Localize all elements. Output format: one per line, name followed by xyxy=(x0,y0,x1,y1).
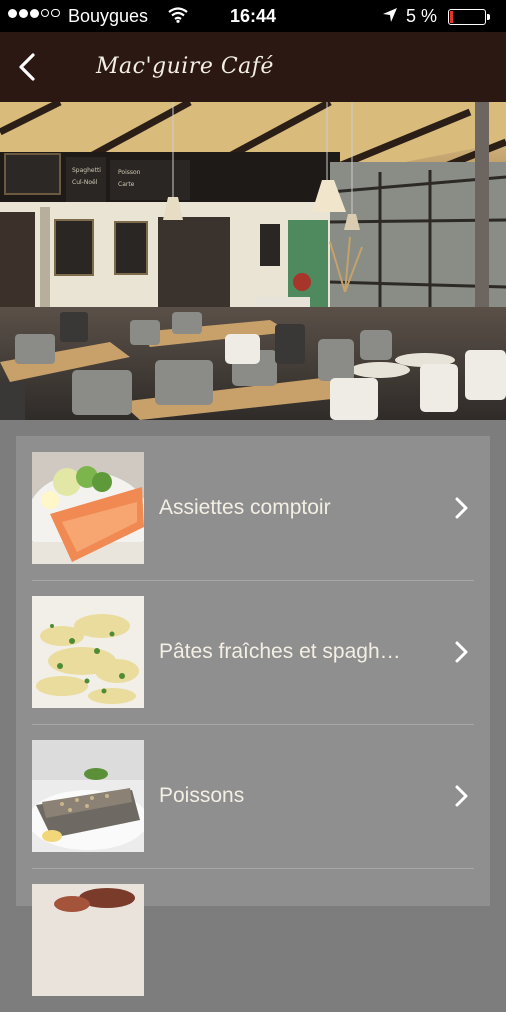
battery-icon xyxy=(448,9,490,25)
menu-item-label: Assiettes comptoir xyxy=(159,496,331,519)
battery-percent: 5 % xyxy=(406,6,438,26)
location-arrow-icon xyxy=(383,8,397,22)
svg-text:Carte: Carte xyxy=(118,181,135,188)
carrier-name: Bouygues xyxy=(68,6,149,26)
chevron-right-icon xyxy=(455,497,468,519)
menu-item-viandes[interactable] xyxy=(16,868,490,1012)
status-bar: Bouygues 16:44 5 % xyxy=(0,0,506,32)
chevron-right-icon xyxy=(455,785,468,807)
menu-category-list: Assiettes comptoir Pâtes fraîches et spa… xyxy=(16,436,490,996)
svg-text:Poisson: Poisson xyxy=(118,169,141,176)
svg-text:Cul-Noël: Cul-Noël xyxy=(72,179,98,186)
wifi-icon xyxy=(168,7,188,23)
signal-strength-icon xyxy=(8,9,60,18)
fresh-pasta-photo xyxy=(32,596,144,708)
menu-item-label: Pâtes fraîches et spagh… xyxy=(159,640,401,663)
menu-item-label: Poissons xyxy=(159,784,245,807)
chevron-right-icon xyxy=(455,641,468,663)
svg-text:Spaghetti: Spaghetti xyxy=(72,167,101,174)
back-button[interactable] xyxy=(14,52,44,82)
smoked-salmon-plate-photo xyxy=(32,452,144,564)
menu-item-poissons[interactable]: Poissons xyxy=(16,724,490,868)
fish-dish-photo xyxy=(32,740,144,852)
menu-item-assiettes-comptoir[interactable]: Assiettes comptoir xyxy=(16,436,490,580)
menu-item-label xyxy=(159,868,435,1012)
restaurant-hero-image: Spaghetti Cul-Noël Poisson Carte xyxy=(0,102,506,420)
clock: 16:44 xyxy=(230,6,277,26)
meat-dish-photo xyxy=(32,884,144,996)
menu-item-pates-fraiches[interactable]: Pâtes fraîches et spagh… xyxy=(16,580,490,724)
navigation-bar: Mac'guire Café xyxy=(0,32,506,102)
app-title-logo: Mac'guire Café xyxy=(96,54,274,79)
